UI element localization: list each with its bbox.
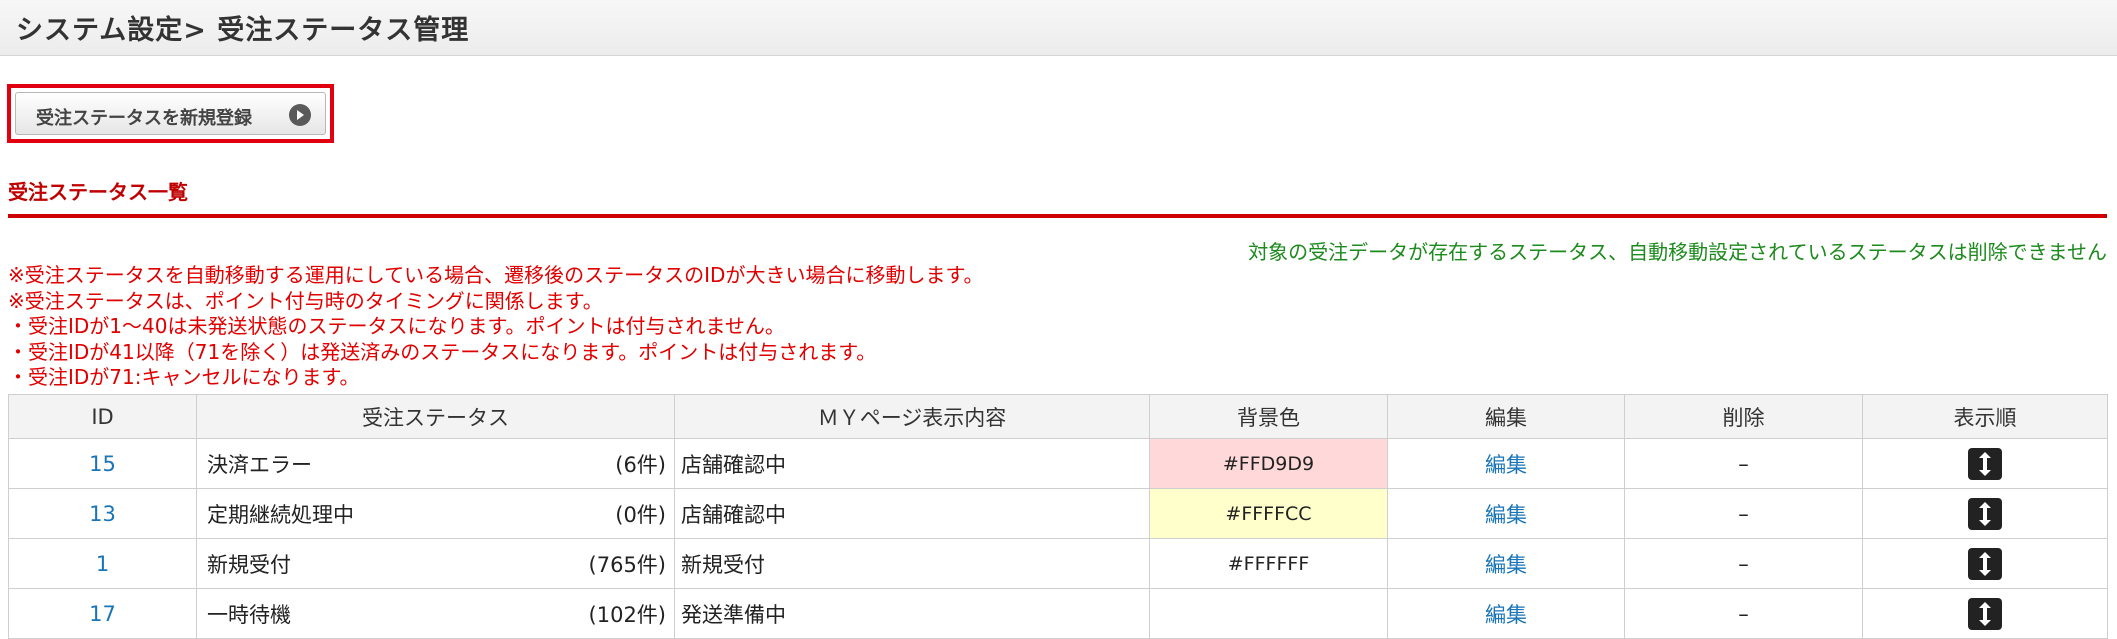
row-id: 13 xyxy=(8,488,197,539)
edit-link[interactable]: 編集 xyxy=(1485,603,1527,627)
row-bg-color: #FFD9D9 xyxy=(1149,438,1388,489)
row-bg-color xyxy=(1149,588,1388,639)
status-count: (0件) xyxy=(615,502,666,527)
row-delete: – xyxy=(1624,438,1863,489)
note-line: ・受注IDが41以降（71を除く）は発送済みのステータスになります。ポイントは付… xyxy=(8,339,877,364)
row-order xyxy=(1862,488,2108,539)
column-header-status: 受注ステータス xyxy=(196,394,675,439)
row-status: 一時待機 (102件) xyxy=(196,588,675,639)
table-row: 1 新規受付 (765件) 新規受付 #FFFFFF 編集 – xyxy=(8,538,2108,589)
row-delete: – xyxy=(1624,588,1863,639)
notes-block: ※受注ステータスを自動移動する運用にしている場合、遷移後のステータスのIDが大き… xyxy=(8,263,1158,391)
row-mypage-text: 店舗確認中 xyxy=(674,488,1150,539)
status-count: (102件) xyxy=(588,602,666,627)
row-mypage-text: 店舗確認中 xyxy=(674,438,1150,489)
column-header-order: 表示順 xyxy=(1862,394,2108,439)
column-header-delete: 削除 xyxy=(1624,394,1863,439)
table-row: 15 決済エラー (6件) 店舗確認中 #FFD9D9 編集 – xyxy=(8,438,2108,489)
row-mypage-text: 発送準備中 xyxy=(674,588,1150,639)
row-id: 15 xyxy=(8,438,197,489)
row-delete: – xyxy=(1624,488,1863,539)
note-line: ※受注ステータスを自動移動する運用にしている場合、遷移後のステータスのIDが大き… xyxy=(8,263,984,287)
row-bg-color: #FFFFFF xyxy=(1149,538,1388,589)
status-name: 定期継続処理中 xyxy=(207,502,354,527)
up-down-arrow-icon[interactable] xyxy=(1968,597,2002,630)
delete-restriction-notice: 対象の受注データが存在するステータス、自動移動設定されているステータスは削除でき… xyxy=(1248,240,2107,264)
edit-link[interactable]: 編集 xyxy=(1485,553,1527,577)
row-order xyxy=(1862,438,2108,489)
register-button-highlight: 受注ステータスを新規登録 xyxy=(7,84,334,143)
row-status: 定期継続処理中 (0件) xyxy=(196,488,675,539)
status-name: 新規受付 xyxy=(207,552,291,577)
row-id: 1 xyxy=(8,538,197,589)
row-edit: 編集 xyxy=(1387,588,1625,639)
column-header-edit: 編集 xyxy=(1387,394,1625,439)
edit-link[interactable]: 編集 xyxy=(1485,503,1527,527)
row-order xyxy=(1862,538,2108,589)
column-header-bgcolor: 背景色 xyxy=(1149,394,1388,439)
row-edit: 編集 xyxy=(1387,438,1625,489)
section-heading: 受注ステータス一覧 xyxy=(8,180,188,204)
table-header-row: ID 受注ステータス ＭＹページ表示内容 背景色 編集 削除 表示順 xyxy=(8,394,2108,439)
section-divider xyxy=(8,214,2107,218)
row-status: 決済エラー (6件) xyxy=(196,438,675,489)
status-count: (6件) xyxy=(615,452,666,477)
row-status: 新規受付 (765件) xyxy=(196,538,675,589)
row-edit: 編集 xyxy=(1387,538,1625,589)
register-status-button[interactable]: 受注ステータスを新規登録 xyxy=(15,92,326,135)
row-id: 17 xyxy=(8,588,197,639)
status-count: (765件) xyxy=(588,552,666,577)
table-row: 13 定期継続処理中 (0件) 店舗確認中 #FFFFCC 編集 – xyxy=(8,488,2108,539)
status-name: 一時待機 xyxy=(207,602,291,627)
up-down-arrow-icon[interactable] xyxy=(1968,547,2002,580)
row-bg-color: #FFFFCC xyxy=(1149,488,1388,539)
page-header: システム設定> 受注ステータス管理 xyxy=(0,0,2117,56)
status-name: 決済エラー xyxy=(207,452,312,477)
row-mypage-text: 新規受付 xyxy=(674,538,1150,589)
table-row: 17 一時待機 (102件) 発送準備中 編集 – xyxy=(8,588,2108,639)
column-header-mypage: ＭＹページ表示内容 xyxy=(674,394,1150,439)
register-status-label: 受注ステータスを新規登録 xyxy=(36,108,252,129)
note-line: ※受注ステータスは、ポイント付与時のタイミングに関係します。 xyxy=(8,288,603,313)
note-line: ・受注IDが71:キャンセルになります。 xyxy=(8,365,360,389)
status-table: ID 受注ステータス ＭＹページ表示内容 背景色 編集 削除 表示順 15 決済… xyxy=(8,394,2108,639)
arrow-right-circle-icon xyxy=(289,104,311,126)
row-order xyxy=(1862,588,2108,639)
edit-link[interactable]: 編集 xyxy=(1485,453,1527,477)
up-down-arrow-icon[interactable] xyxy=(1968,497,2002,530)
page-title: システム設定> 受注ステータス管理 xyxy=(16,15,470,46)
row-edit: 編集 xyxy=(1387,488,1625,539)
row-delete: – xyxy=(1624,538,1863,589)
up-down-arrow-icon[interactable] xyxy=(1968,447,2002,480)
note-line: ・受注IDが1〜40は未発送状態のステータスになります。ポイントは付与されません… xyxy=(8,314,785,338)
column-header-id: ID xyxy=(8,394,197,439)
